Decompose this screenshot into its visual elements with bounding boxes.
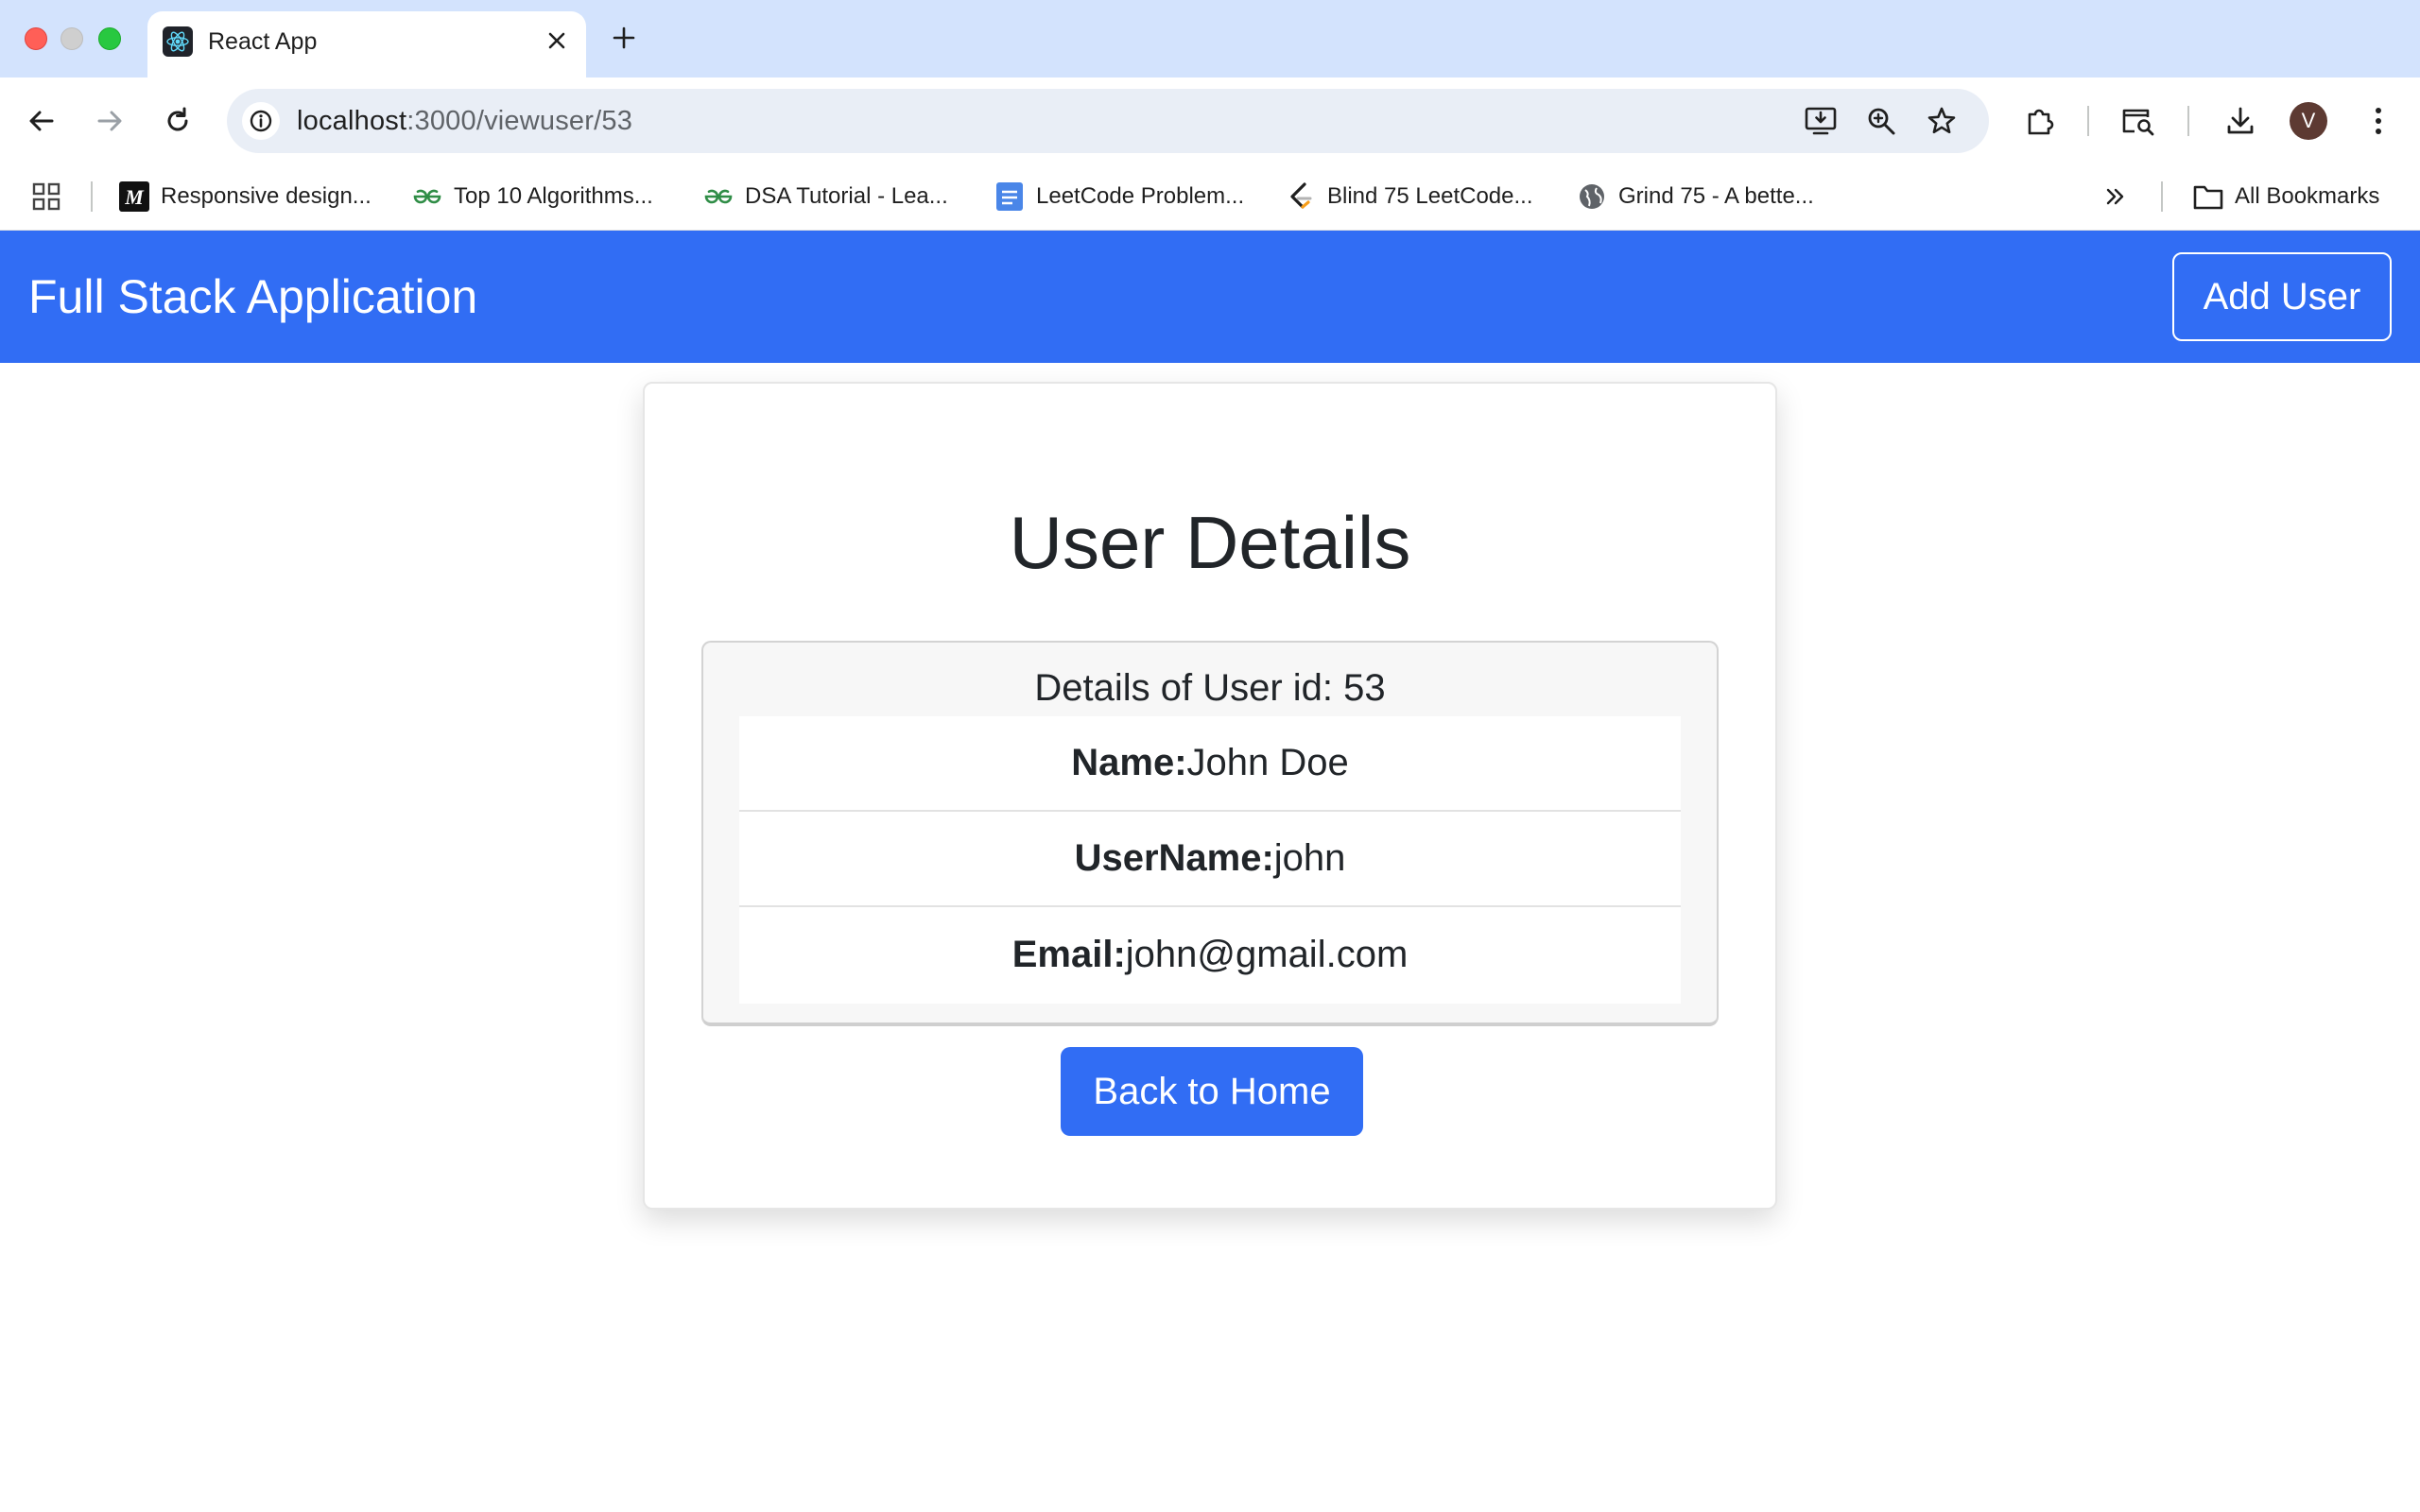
page-title: User Details [1009,501,1411,584]
all-bookmarks-button[interactable]: All Bookmarks [2193,180,2379,214]
svg-text:M: M [124,185,145,209]
tab-title: React App [208,28,318,55]
field-value: john@gmail.com [1125,934,1409,975]
site-info-icon[interactable] [242,102,280,140]
new-tab-button[interactable] [605,19,643,57]
geeksforgeeks-icon [412,181,442,212]
list-item-username: UserName: john [739,812,1681,907]
field-label: UserName: [1074,837,1274,879]
google-docs-icon [994,181,1025,212]
bookmark-item[interactable]: Blind 75 LeetCode... [1286,180,1533,214]
app-brand[interactable]: Full Stack Application [28,268,477,325]
url-path: :3000/viewuser/53 [406,106,633,136]
list-item-name: Name: John Doe [739,716,1681,812]
add-user-button[interactable]: Add User [2172,252,2392,341]
extensions-puzzle-icon[interactable] [2017,98,2063,144]
close-tab-icon[interactable] [541,25,573,57]
toolbar-divider [2087,106,2089,136]
bookmark-label: DSA Tutorial - Lea... [745,183,948,209]
browser-tab-strip: React App [0,0,2420,77]
browser-tab-active[interactable]: React App [147,11,586,77]
bookmark-star-icon[interactable] [1923,102,1961,140]
browser-toolbar: localhost:3000/viewuser/53 V [0,77,2420,164]
tab-search-icon[interactable] [2116,98,2161,144]
bookmark-item[interactable]: DSA Tutorial - Lea... [703,180,948,214]
field-label: Email: [1011,934,1126,975]
leetcode-icon [1286,181,1316,212]
address-bar[interactable]: localhost:3000/viewuser/53 [227,89,1989,153]
bookmark-label: Responsive design... [161,183,372,209]
details-panel: Details of User id: 53 Name: John Doe Use… [701,641,1719,1026]
back-arrow-icon[interactable] [19,98,64,144]
list-item-email: Email: john@gmail.com [739,907,1681,1003]
field-value: John Doe [1186,742,1349,783]
zoom-icon[interactable] [1862,102,1900,140]
close-window-button[interactable] [25,27,47,50]
all-bookmarks-label: All Bookmarks [2235,183,2380,209]
bookmark-label: Grind 75 - A bette... [1618,183,1814,209]
field-label: Name: [1071,742,1187,783]
details-header: Details of User id: 53 [1034,667,1386,709]
install-app-icon[interactable] [1802,102,1840,140]
bookmarks-divider [2161,181,2163,212]
toolbar-divider [2187,106,2189,136]
user-field-list: Name: John Doe UserName: john Email: john@g… [739,716,1681,1004]
forward-arrow-icon[interactable] [87,98,132,144]
bookmark-item[interactable]: M Responsive design... [119,180,372,214]
more-menu-icon[interactable] [2356,98,2401,144]
bookmark-item[interactable]: LeetCode Problem... [994,180,1244,214]
bookmark-item[interactable]: Top 10 Algorithms... [412,180,653,214]
react-logo-icon [163,26,193,57]
bookmark-label: Top 10 Algorithms... [454,183,653,209]
user-details-card: User Details Details of User id: 53 Name… [643,382,1777,1210]
downloads-icon[interactable] [2218,98,2263,144]
geeksforgeeks-icon [703,181,734,212]
maximize-window-button[interactable] [98,27,121,50]
bookmark-item[interactable]: Grind 75 - A bette... [1577,180,1814,214]
url-text[interactable]: localhost:3000/viewuser/53 [297,105,632,137]
bookmark-label: Blind 75 LeetCode... [1327,183,1533,209]
url-host: localhost [297,106,407,136]
more-bookmarks-chevron-icon[interactable] [2104,180,2127,214]
apps-grid-icon[interactable] [32,180,60,214]
minimize-window-button[interactable] [60,27,83,50]
reload-icon[interactable] [155,98,200,144]
field-value: john [1273,837,1346,879]
profile-avatar[interactable]: V [2290,102,2327,140]
app-navbar: Full Stack Application Add User [0,231,2420,363]
folder-icon [2193,181,2223,212]
back-to-home-button[interactable]: Back to Home [1061,1047,1363,1136]
medium-logo-icon: M [119,181,149,212]
globe-icon [1577,181,1607,212]
bookmark-label: LeetCode Problem... [1036,183,1245,209]
bookmarks-divider [91,181,93,212]
